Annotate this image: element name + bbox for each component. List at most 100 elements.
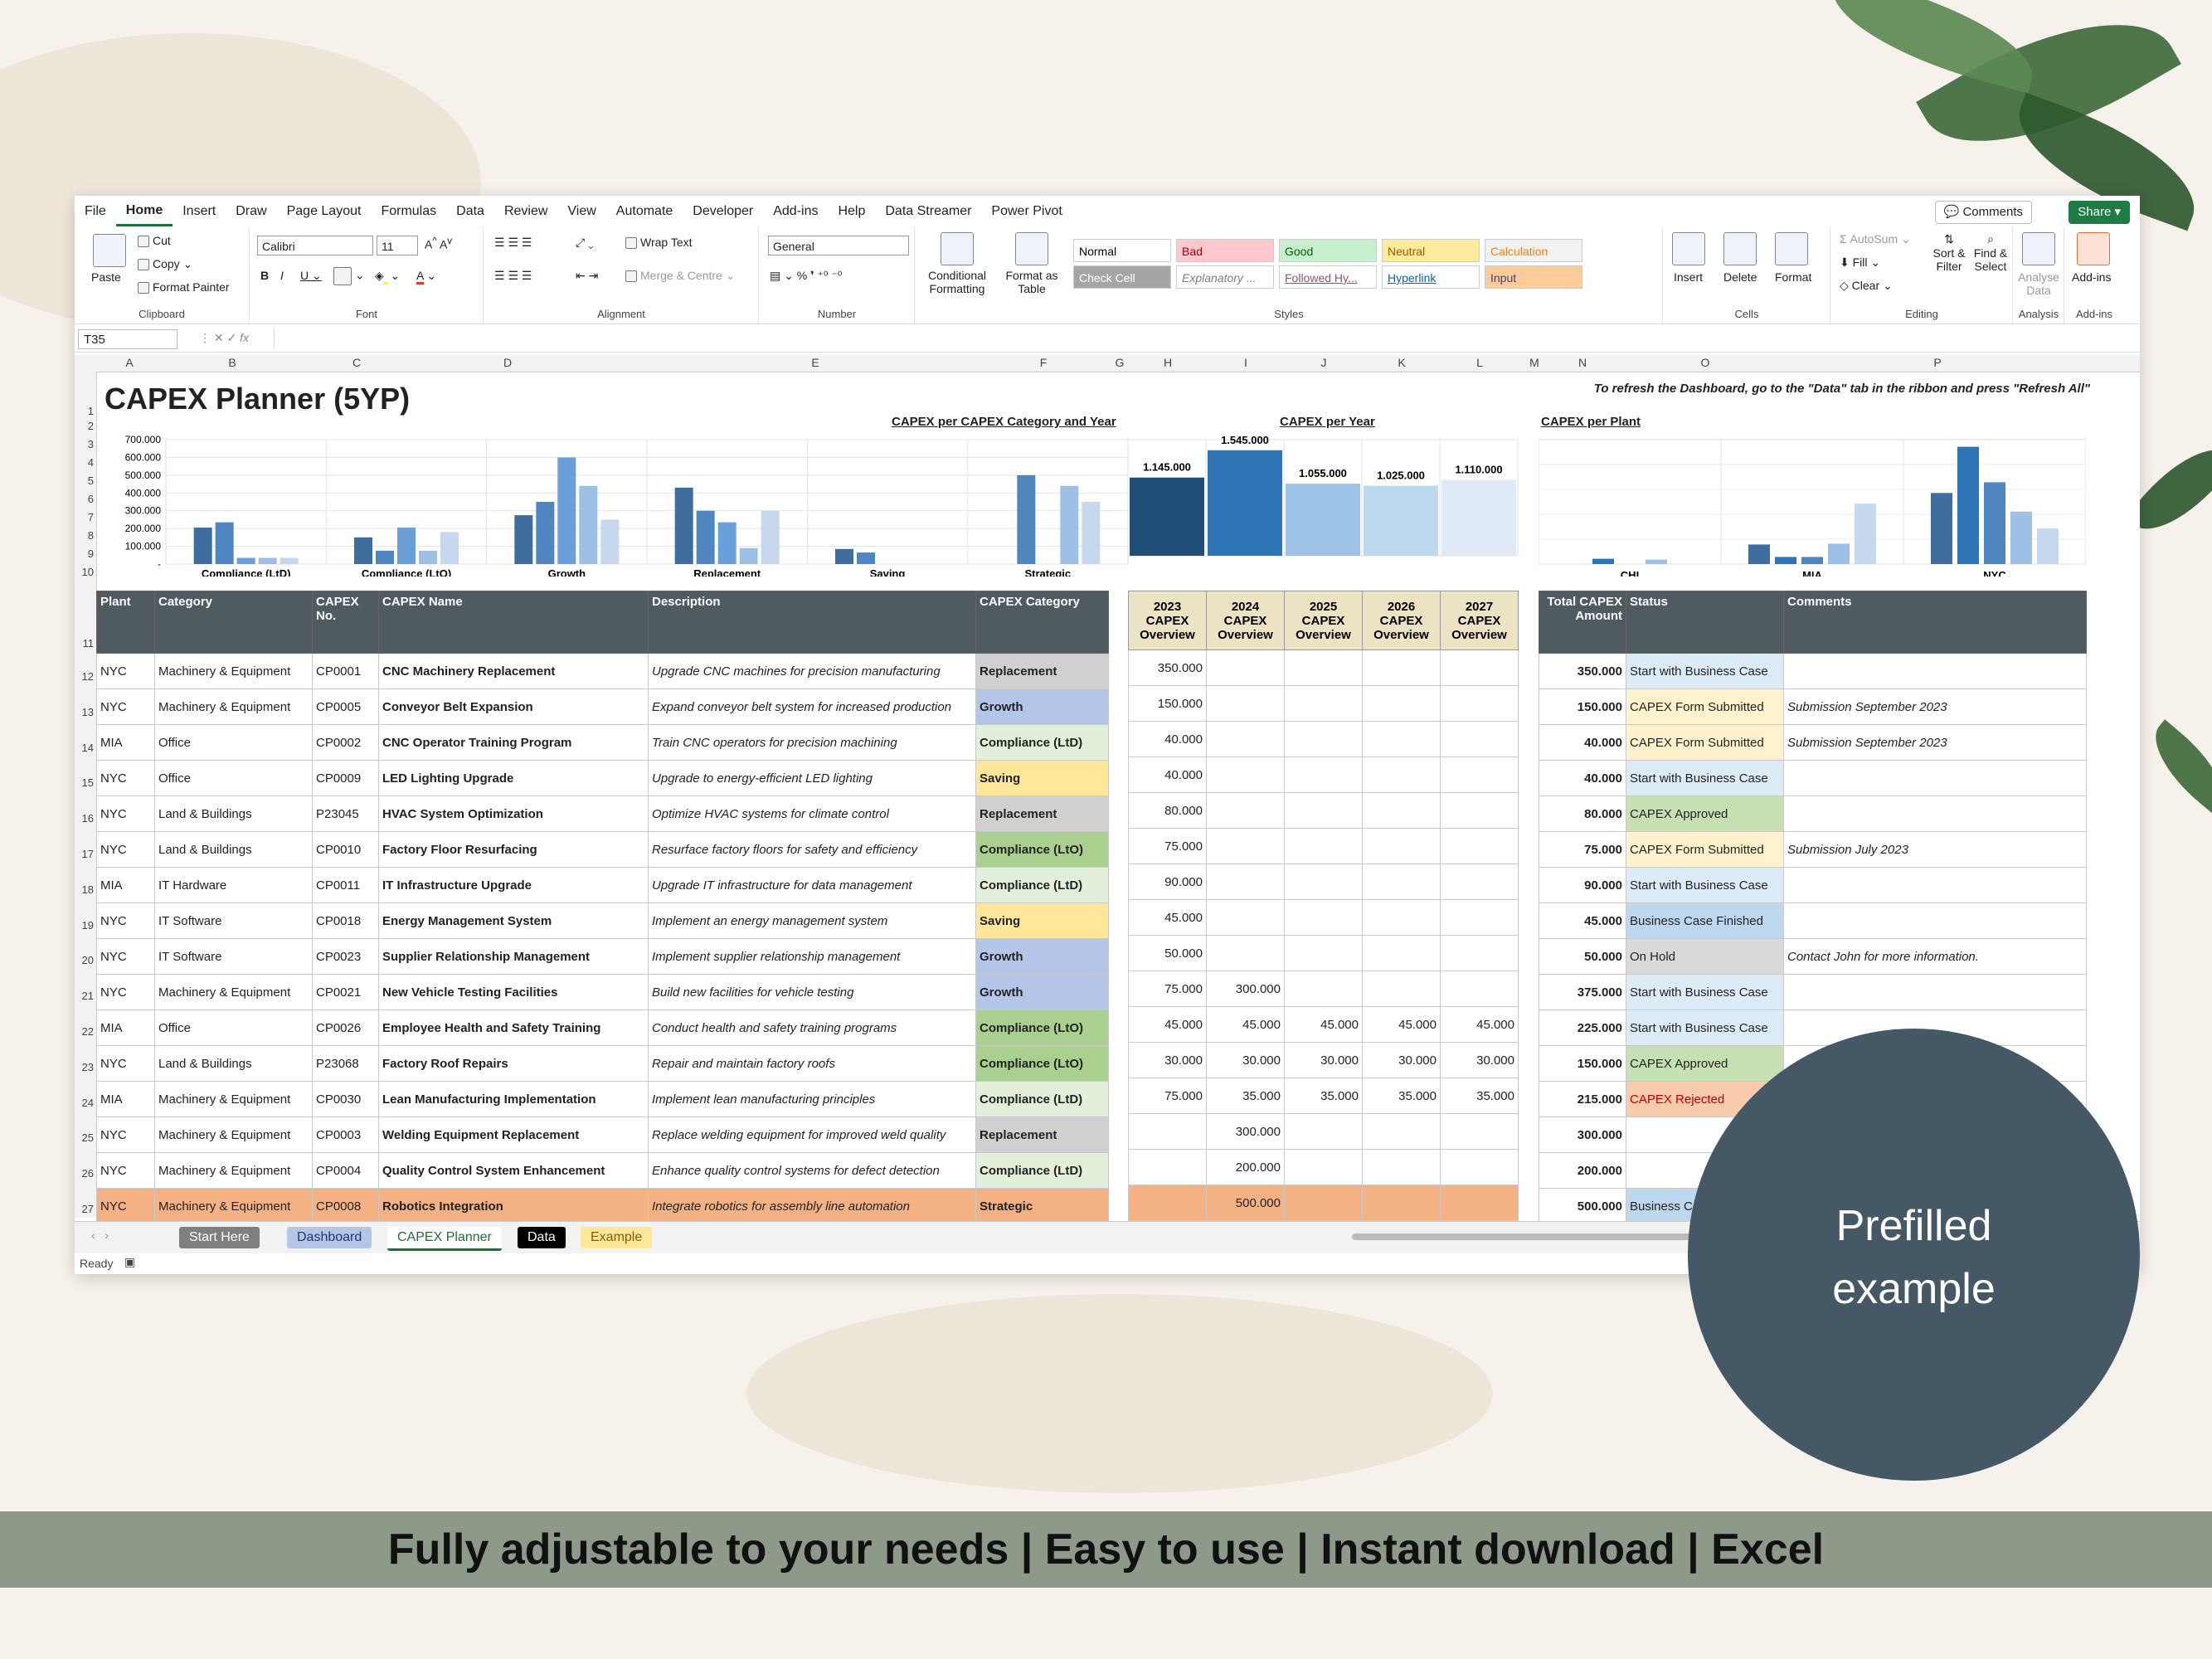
cell-capex-no[interactable]: CP0026: [312, 1010, 379, 1046]
cell-style-2[interactable]: Good: [1279, 239, 1377, 262]
cell-year-value[interactable]: 45.000: [1206, 1006, 1285, 1043]
bar[interactable]: [1775, 557, 1796, 564]
cell-year-value[interactable]: 30.000: [1128, 1042, 1207, 1078]
header-year-1[interactable]: 2024 CAPEX Overview: [1206, 591, 1285, 650]
cell-capex-name[interactable]: Conveyor Belt Expansion: [378, 688, 649, 725]
cell-total[interactable]: 150.000: [1539, 1045, 1626, 1082]
bar[interactable]: [514, 515, 533, 564]
cell-year-value[interactable]: 90.000: [1128, 864, 1207, 900]
cell-year-value[interactable]: [1284, 971, 1363, 1007]
sheet-tab-start-here[interactable]: Start Here: [179, 1227, 260, 1248]
total-row[interactable]: 350.000 Start with Business Case: [1539, 653, 2087, 689]
cell-category[interactable]: IT Hardware: [154, 867, 313, 903]
table-row[interactable]: MIA Office CP0026 Employee Health and Safet…: [96, 1010, 1109, 1046]
row-header[interactable]: 2: [88, 420, 94, 432]
bar[interactable]: [376, 550, 394, 564]
bar[interactable]: [1957, 446, 1979, 564]
total-row[interactable]: 225.000 Start with Business Case: [1539, 1010, 2087, 1046]
cell-year-value[interactable]: 35.000: [1440, 1078, 1519, 1114]
cell-style-6[interactable]: Explanatory ...: [1176, 265, 1274, 289]
number-format-select[interactable]: General: [768, 236, 909, 255]
cell-year-value[interactable]: [1284, 685, 1363, 722]
table-row[interactable]: NYC Land & Buildings P23045 HVAC System Opt…: [96, 795, 1109, 832]
total-row[interactable]: 40.000 Start with Business Case: [1539, 760, 2087, 796]
cell-plant[interactable]: NYC: [96, 1045, 155, 1082]
cell-category[interactable]: Office: [154, 1010, 313, 1046]
cell-status[interactable]: CAPEX Form Submitted: [1626, 831, 1784, 868]
cell-style-5[interactable]: Check Cell: [1073, 265, 1171, 289]
row-header[interactable]: 14: [82, 742, 94, 754]
cell-year-value[interactable]: 75.000: [1128, 971, 1207, 1007]
cell-category[interactable]: Office: [154, 724, 313, 761]
year-row[interactable]: 30.000 30.000 30.000 30.000 30.000: [1128, 1042, 1519, 1078]
cell-status[interactable]: Start with Business Case: [1626, 653, 1784, 689]
bar[interactable]: [1441, 479, 1516, 556]
column-header[interactable]: O: [1701, 356, 1710, 369]
column-header[interactable]: B: [228, 356, 236, 369]
cell-status[interactable]: CAPEX Approved: [1626, 795, 1784, 832]
scroll-tabs-icon[interactable]: ‹ ›: [91, 1228, 109, 1242]
cell-category[interactable]: Machinery & Equipment: [154, 974, 313, 1010]
cell-status[interactable]: Business Case Finished: [1626, 902, 1784, 939]
table-row[interactable]: NYC Machinery & Equipment CP0008 Robotics I…: [96, 1188, 1109, 1224]
cell-capex-no[interactable]: P23068: [312, 1045, 379, 1082]
ribbon-tab-data-streamer[interactable]: Data Streamer: [875, 196, 981, 227]
table-row[interactable]: NYC Machinery & Equipment CP0001 CNC Machin…: [96, 653, 1109, 689]
column-header[interactable]: L: [1476, 356, 1483, 369]
table-row[interactable]: NYC IT Software CP0018 Energy Management Sy…: [96, 902, 1109, 939]
header-year-3[interactable]: 2026 CAPEX Overview: [1362, 591, 1441, 650]
bar[interactable]: [739, 547, 758, 564]
cell-total[interactable]: 90.000: [1539, 867, 1626, 903]
cell-description[interactable]: Build new facilities for vehicle testing: [648, 974, 976, 1010]
cell-capex-category[interactable]: Replacement: [975, 1117, 1109, 1153]
column-header[interactable]: J: [1321, 356, 1327, 369]
cell-year-value[interactable]: 500.000: [1206, 1185, 1285, 1221]
total-row[interactable]: 40.000 CAPEX Form Submitted Submission Sep…: [1539, 724, 2087, 761]
cell-plant[interactable]: NYC: [96, 902, 155, 939]
bar[interactable]: [761, 510, 780, 564]
column-header[interactable]: M: [1529, 356, 1539, 369]
addins-button[interactable]: Add-ins: [2072, 270, 2111, 284]
font-name-select[interactable]: Calibri: [257, 236, 373, 255]
cell-year-value[interactable]: [1362, 864, 1441, 900]
column-header[interactable]: H: [1164, 356, 1172, 369]
table-row[interactable]: NYC IT Software CP0023 Supplier Relationshi…: [96, 938, 1109, 975]
total-row[interactable]: 90.000 Start with Business Case: [1539, 867, 2087, 903]
year-row[interactable]: 90.000: [1128, 864, 1519, 900]
cell-year-value[interactable]: 350.000: [1128, 649, 1207, 686]
autosum-button[interactable]: Σ AutoSum ⌄: [1840, 232, 1911, 246]
cell-plant[interactable]: NYC: [96, 795, 155, 832]
bar[interactable]: [1855, 504, 1876, 564]
cell-year-value[interactable]: [1284, 1149, 1363, 1185]
delete-button[interactable]: Delete: [1723, 270, 1757, 284]
cell-year-value[interactable]: [1362, 899, 1441, 936]
cell-description[interactable]: Resurface factory floors for safety and …: [648, 831, 976, 868]
header-year-2[interactable]: 2025 CAPEX Overview: [1284, 591, 1363, 650]
cell-capex-category[interactable]: Compliance (LtD): [975, 1081, 1109, 1117]
cell-comment[interactable]: [1783, 760, 2087, 796]
cell-capex-category[interactable]: Compliance (LtD): [975, 867, 1109, 903]
cell-capex-name[interactable]: Factory Floor Resurfacing: [378, 831, 649, 868]
cell-total[interactable]: 350.000: [1539, 653, 1626, 689]
bar[interactable]: [579, 485, 598, 564]
year-row[interactable]: 350.000: [1128, 649, 1519, 686]
cell-comment[interactable]: [1783, 974, 2087, 1010]
cell-total[interactable]: 40.000: [1539, 760, 1626, 796]
cell-plant[interactable]: NYC: [96, 938, 155, 975]
cell-year-value[interactable]: [1206, 935, 1285, 971]
row-header[interactable]: 8: [88, 529, 94, 542]
cell-total[interactable]: 75.000: [1539, 831, 1626, 868]
cell-category[interactable]: Machinery & Equipment: [154, 653, 313, 689]
row-header[interactable]: 4: [88, 456, 94, 469]
cell-capex-name[interactable]: Energy Management System: [378, 902, 649, 939]
bar[interactable]: [1646, 559, 1667, 564]
bar[interactable]: [1208, 450, 1282, 556]
cell-comment[interactable]: [1783, 653, 2087, 689]
cell-year-value[interactable]: [1440, 757, 1519, 793]
cell-capex-no[interactable]: CP0010: [312, 831, 379, 868]
cell-category[interactable]: Land & Buildings: [154, 1045, 313, 1082]
cell-plant[interactable]: MIA: [96, 1081, 155, 1117]
year-row[interactable]: 500.000: [1128, 1185, 1519, 1221]
cell-capex-name[interactable]: CNC Operator Training Program: [378, 724, 649, 761]
ribbon-tab-help[interactable]: Help: [828, 196, 875, 227]
